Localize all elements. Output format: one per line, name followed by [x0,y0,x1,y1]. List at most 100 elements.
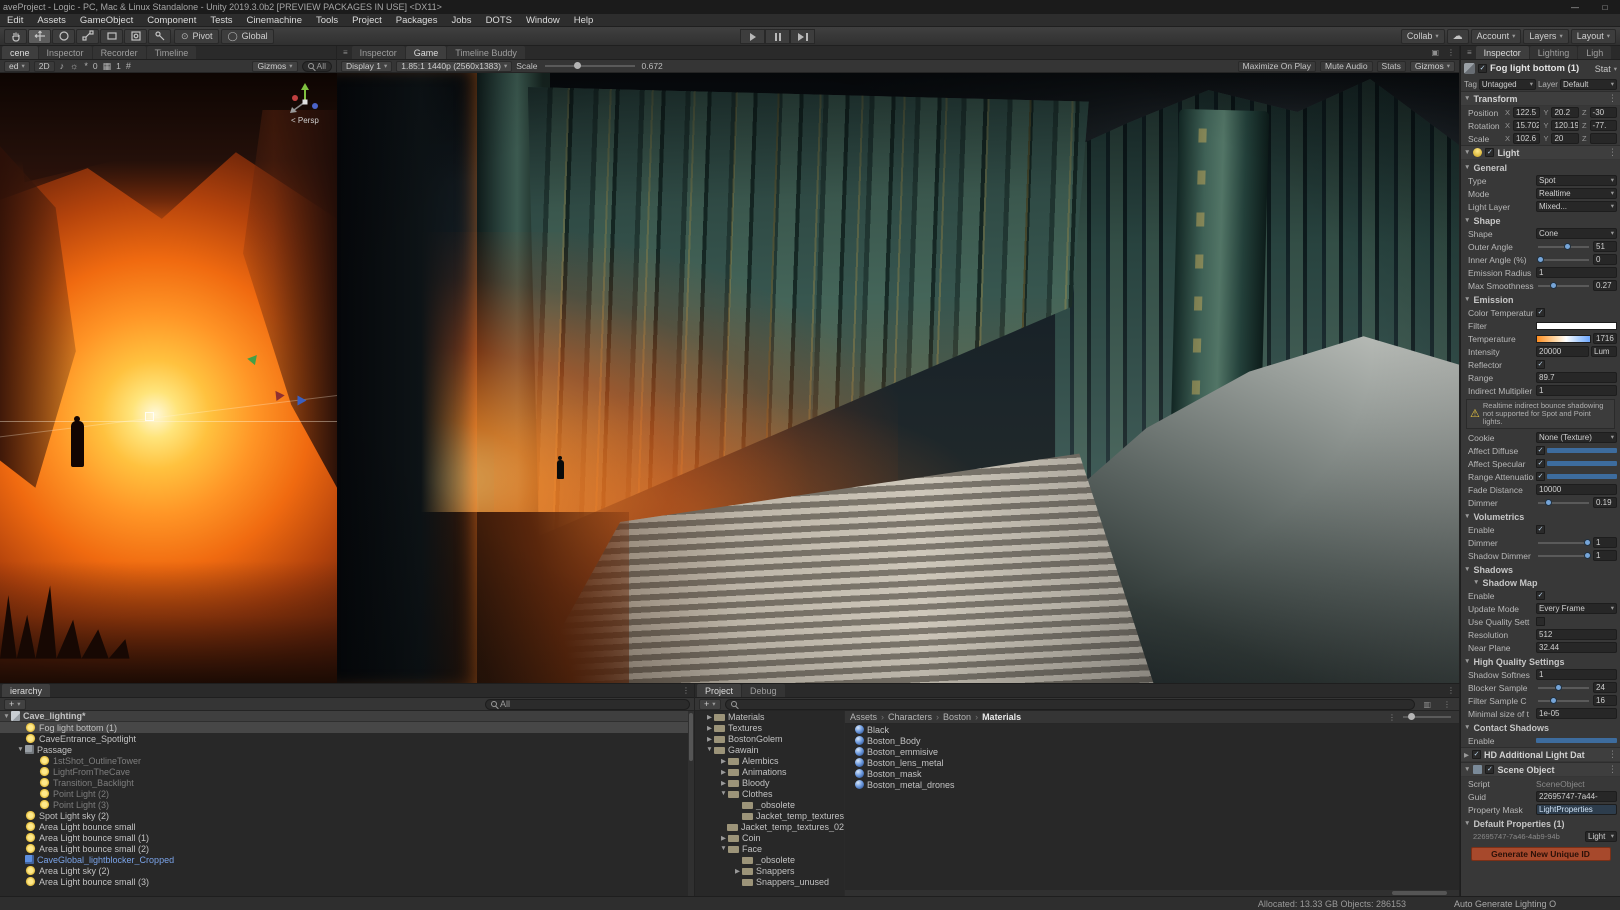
contact-shadows-enable-bar[interactable] [1536,738,1617,743]
affect-specular-bar[interactable] [1547,461,1617,466]
layer-dropdown[interactable]: Default▾ [1560,79,1617,90]
selected-light-handle[interactable] [145,412,154,421]
component-menu-icon[interactable]: ⋮ [1608,764,1617,775]
foldout-arrow-icon[interactable]: ▶ [719,834,728,842]
scale-slider[interactable] [545,65,635,67]
menu-item[interactable]: Packages [389,14,445,26]
slider-knob[interactable] [1584,539,1591,546]
slider-knob[interactable] [1545,499,1552,506]
foldout-arrow-icon[interactable]: ▼ [705,746,714,753]
hierarchy-item[interactable]: Area Light sky (2) [0,865,694,876]
project-file[interactable]: Boston_mask [845,768,1459,779]
rect-tool-button[interactable] [100,29,123,44]
hierarchy-item[interactable]: Point Light (2) [0,788,694,799]
hierarchy-item[interactable]: Area Light bounce small [0,821,694,832]
game-gizmos-dropdown[interactable]: Gizmos▾ [1410,61,1455,72]
create-menu-button[interactable]: +▾ [699,699,721,710]
cloud-button[interactable]: ☁ [1447,29,1469,44]
slider-knob[interactable] [1564,243,1571,250]
2d-toggle[interactable]: 2D [34,61,55,72]
scene-orientation-gizmo[interactable]: < Persp [283,82,327,125]
gizmos-dropdown[interactable]: Gizmos▾ [252,61,297,72]
minimal-size-input[interactable]: 1e-05 [1536,708,1617,719]
static-dropdown[interactable]: Stat [1595,64,1611,74]
project-search-input[interactable] [725,699,1416,710]
guid-input[interactable]: 22695747-7a44- [1536,791,1617,802]
panel-menu-icon[interactable]: ⋮ [1443,48,1459,57]
hierarchy-item[interactable]: Area Light bounce small (3) [0,876,694,887]
property-mask-input[interactable]: LightProperties [1536,804,1617,815]
play-button[interactable] [740,29,765,44]
position-x-input[interactable]: 122.5 [1513,107,1540,118]
affect-diffuse-checkbox[interactable]: ✓ [1536,446,1545,455]
breadcrumb-item[interactable]: Assets [850,712,888,722]
default-properties-section[interactable]: ▼ Default Properties (1) [1461,817,1620,830]
outer-angle-slider[interactable] [1538,246,1589,248]
property-object-field[interactable]: Light▾ [1585,831,1617,842]
transform-tool-button[interactable] [124,29,147,44]
tab[interactable]: Timeline Buddy [447,46,525,59]
scale-y-input[interactable]: 20 [1551,133,1578,144]
hierarchy-item[interactable]: 1stShot_OutlineTower [0,755,694,766]
project-folder[interactable]: _obsolete [695,799,844,810]
emission-radius-input[interactable]: 1 [1536,267,1617,278]
scene-search-input[interactable]: All [302,61,332,72]
foldout-arrow-icon[interactable]: ▼ [719,845,728,852]
project-folder[interactable]: Jacket_temp_textures_02 [695,821,844,832]
foldout-arrow-icon[interactable]: ▶ [719,779,728,787]
volumetrics-dimmer-slider[interactable] [1538,542,1589,544]
affect-diffuse-bar[interactable] [1547,448,1617,453]
panel-menu-icon[interactable]: ⋮ [678,686,694,695]
project-folder[interactable]: _obsolete [695,854,844,865]
rotate-tool-button[interactable] [52,29,75,44]
shading-mode-dropdown[interactable]: ed▾ [4,61,30,72]
project-folder[interactable]: ▶ Alembics [695,755,844,766]
generate-unique-id-button[interactable]: Generate New Unique ID [1471,847,1611,861]
tab[interactable]: cene [2,46,38,59]
menu-item[interactable]: Project [345,14,389,26]
slider-knob[interactable] [1408,713,1415,720]
foldout-arrow-icon[interactable]: ▼ [16,746,25,753]
create-menu-button[interactable]: +▾ [4,699,26,710]
outer-angle-input[interactable]: 51 [1593,241,1617,252]
shadow-map-enable-checkbox[interactable]: ✓ [1536,591,1545,600]
panel-menu-icon[interactable]: ⋮ [1439,700,1455,709]
tab[interactable]: Inspector [352,46,405,59]
slider-knob[interactable] [1550,697,1557,704]
menu-item[interactable]: Tests [203,14,239,26]
slider-knob[interactable] [1584,552,1591,559]
project-file[interactable]: Boston_metal_drones [845,779,1459,790]
step-button[interactable] [790,29,815,44]
component-menu-icon[interactable]: ⋮ [1608,749,1617,760]
section-shape[interactable]: ▼Shape [1461,214,1620,227]
dimmer-slider[interactable] [1538,502,1589,504]
project-folder[interactable]: ▶ Animations [695,766,844,777]
volumetrics-dimmer-input[interactable]: 1 [1593,537,1617,548]
filter-color-swatch[interactable] [1536,322,1617,330]
hierarchy-item[interactable]: ▼ Passage [0,744,694,755]
pivot-toggle-button[interactable]: ⊙Pivot [174,29,219,44]
filter-sample-count-slider[interactable] [1538,700,1589,702]
section-high-quality-settings[interactable]: ▼High Quality Settings [1461,655,1620,668]
light-header[interactable]: ▼ ✓ Light ⋮ [1461,145,1620,160]
aspect-dropdown[interactable]: 1.85:1 1440p (2560x1383)▾ [396,61,512,72]
hierarchy-item[interactable]: LightFromTheCave [0,766,694,777]
scene-viewport[interactable]: < Persp [0,73,337,683]
light-layer-dropdown[interactable]: Mixed...▾ [1536,201,1617,212]
foldout-arrow-icon[interactable]: ▶ [705,724,714,732]
tab[interactable]: Inspector [39,46,92,59]
hierarchy-item[interactable]: Spot Light sky (2) [0,810,694,821]
foldout-arrow-icon[interactable]: ▶ [705,713,714,721]
foldout-arrow-icon[interactable]: ▶ [733,867,742,875]
minimize-button[interactable]: — [1560,0,1590,14]
hierarchy-item[interactable]: Fog light bottom (1) [0,722,694,733]
temperature-input[interactable]: 1716 [1593,333,1617,344]
panel-options-icon[interactable]: ▣ [1427,48,1443,57]
project-file[interactable]: Boston_Body [845,735,1459,746]
default-property-item[interactable]: 22695747-7a46-4ab9-94b Light▾ [1461,830,1620,843]
object-name[interactable]: Fog light bottom (1) [1490,63,1592,74]
hierarchy-item[interactable]: Area Light bounce small (1) [0,832,694,843]
slider-knob[interactable] [574,62,581,69]
reflector-checkbox[interactable]: ✓ [1536,360,1545,369]
collab-button[interactable]: Collab▾ [1401,29,1445,44]
